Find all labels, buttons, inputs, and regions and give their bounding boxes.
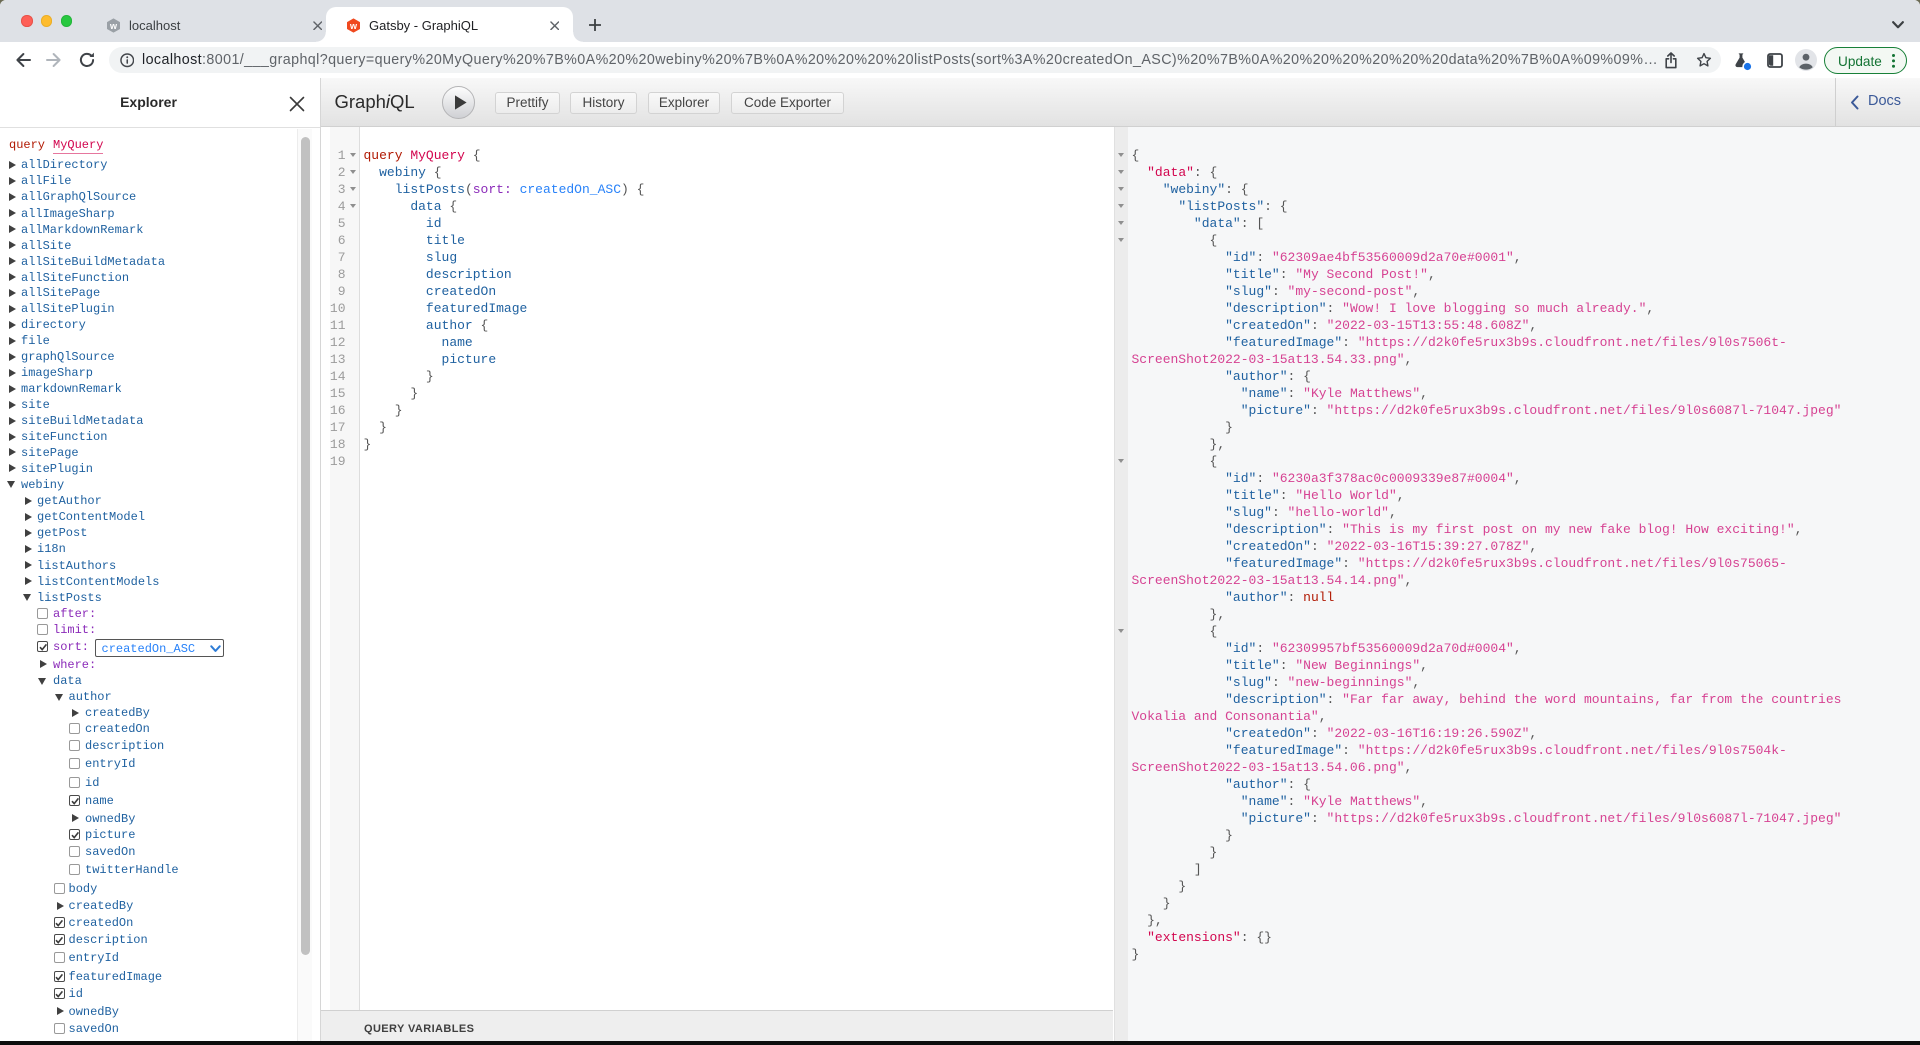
svg-text:w: w [348,20,357,30]
svg-text:w: w [109,20,118,30]
